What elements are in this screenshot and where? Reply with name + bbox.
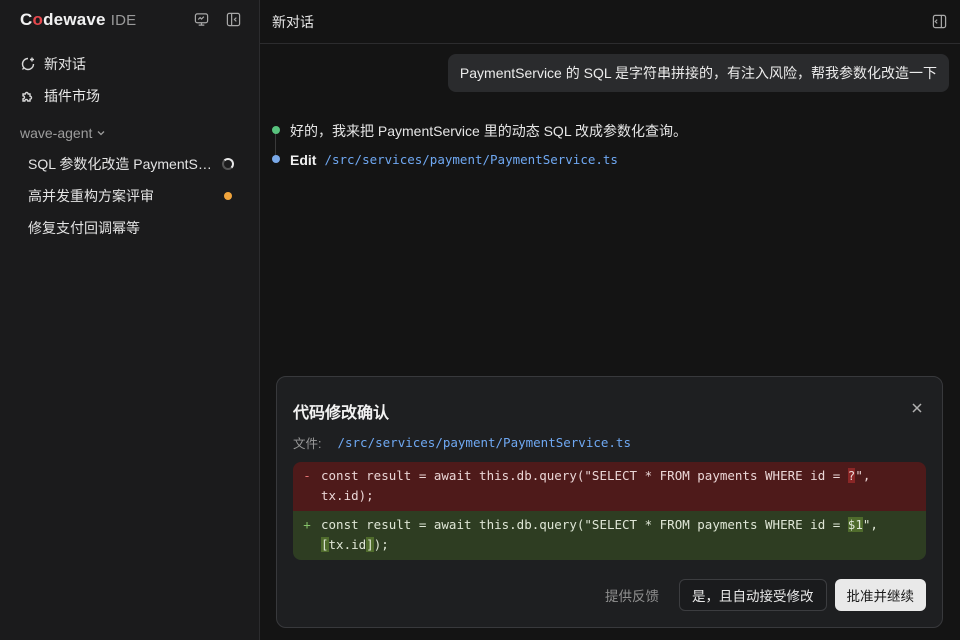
nav-item-plugin-market[interactable]: 插件市场 [14,82,248,110]
session-title: 修复支付回调幂等 [28,220,140,236]
brand-logo: Codewave IDE [20,10,136,32]
status-dot-blue [272,155,280,163]
session-item[interactable]: SQL 参数化改造 PaymentService [16,150,244,178]
feedback-button[interactable]: 提供反馈 [593,579,671,611]
workspace-group-label: wave-agent [20,125,93,141]
dialog-title: 代码修改确认 [293,405,390,422]
auto-accept-button[interactable]: 是，且自动接受修改 [679,579,827,611]
brand-suffix: IDE [110,12,137,29]
workspace-group-toggle[interactable]: wave-agent [20,122,106,144]
edit-tool-call[interactable]: Edit /src/services/payment/PaymentServic… [272,145,932,174]
status-dot-green [272,126,280,134]
page-title: 新对话 [272,13,314,30]
loading-spinner-icon [222,158,234,170]
new-chat-icon [21,57,35,71]
edit-file-path[interactable]: /src/services/payment/PaymentService.ts [324,152,618,167]
user-message-bubble: PaymentService 的 SQL 是字符串拼接的，有注入风险，帮我参数化… [447,54,949,92]
collapse-sidebar-icon[interactable] [224,10,242,28]
code-change-confirm-dialog: 代码修改确认 文件: /src/services/payment/Payment… [276,376,943,628]
assistant-timeline: 好的，我来把 PaymentService 里的动态 SQL 改成参数化查询。 … [272,116,932,174]
toggle-panel-icon[interactable] [930,13,948,31]
nav-item-label: 插件市场 [44,88,100,104]
approve-continue-button[interactable]: 批准并继续 [834,579,926,611]
puzzle-icon [22,91,33,102]
session-title: 高并发重构方案评审 [28,188,154,204]
nav-item-new-chat[interactable]: 新对话 [14,50,248,78]
file-row: 文件: /src/services/payment/PaymentService… [293,433,631,452]
session-title: SQL 参数化改造 PaymentService [28,156,214,172]
session-item[interactable]: 修复支付回调幂等 [16,214,244,242]
session-item[interactable]: 高并发重构方案评审 [16,182,244,210]
pending-status-dot [224,192,232,200]
diff-code: const result = await this.db.query("SELE… [321,517,886,552]
chevron-down-icon [97,131,105,136]
diff-removed-line: - const result = await this.db.query("SE… [293,462,926,511]
dialog-actions: 提供反馈 是，且自动接受修改 批准并继续 [593,579,926,611]
diff-sign: - [303,468,311,483]
session-list: SQL 参数化改造 PaymentService 高并发重构方案评审 修复支付回… [16,150,244,246]
close-icon[interactable] [910,401,924,415]
nav-item-label: 新对话 [44,56,86,72]
brand-name: Codewave [20,10,106,29]
top-bar: 新对话 [260,0,960,44]
sidebar: Codewave IDE 新对话 插件市场 wave-agent SQL 参数化… [0,0,260,640]
assistant-message: 好的，我来把 PaymentService 里的动态 SQL 改成参数化查询。 [272,116,932,145]
sidebar-nav: 新对话 插件市场 [14,50,248,114]
diff-added-line: + const result = await this.db.query("SE… [293,511,926,560]
diff-sign: + [303,517,311,532]
diff-view: - const result = await this.db.query("SE… [293,462,926,560]
dialog-file-path[interactable]: /src/services/payment/PaymentService.ts [337,435,631,450]
assistant-message-text: 好的，我来把 PaymentService 里的动态 SQL 改成参数化查询。 [290,122,687,139]
edit-label: Edit [290,151,317,168]
user-message-text: PaymentService 的 SQL 是字符串拼接的，有注入风险，帮我参数化… [459,65,937,81]
file-label: 文件: [293,437,322,451]
diff-code: const result = await this.db.query("SELE… [321,468,878,503]
monitor-icon[interactable] [192,10,210,28]
